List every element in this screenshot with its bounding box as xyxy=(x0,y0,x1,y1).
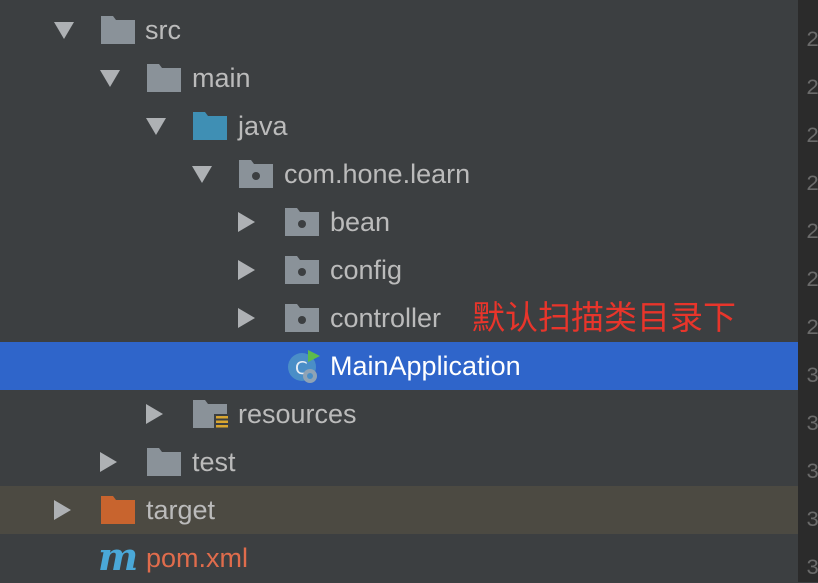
excluded-folder-icon xyxy=(100,494,136,526)
package-icon xyxy=(284,206,320,238)
tree-row-bean[interactable]: bean xyxy=(0,198,798,246)
gutter-mark: 3 xyxy=(806,508,818,533)
tree-row-resources[interactable]: resources xyxy=(0,390,798,438)
gutter-mark: 2 xyxy=(806,124,818,149)
triangle-down-icon[interactable] xyxy=(53,19,75,41)
tree-label-resources: resources xyxy=(238,399,357,429)
tree-label-java: java xyxy=(238,111,288,141)
tree-row-main[interactable]: main xyxy=(0,54,798,102)
tree-label-package: com.hone.learn xyxy=(284,159,471,189)
triangle-down-icon[interactable] xyxy=(191,163,213,185)
triangle-right-icon[interactable] xyxy=(235,307,257,329)
folder-icon xyxy=(146,446,182,478)
triangle-right-icon[interactable] xyxy=(235,259,257,281)
triangle-right-icon[interactable] xyxy=(235,211,257,233)
project-tree[interactable]: src main java com.hone.learn bean config… xyxy=(0,6,798,582)
tree-row-main-application[interactable]: C MainApplication xyxy=(0,342,798,390)
tree-label-pom: pom.xml xyxy=(146,543,249,573)
triangle-down-icon[interactable] xyxy=(145,115,167,137)
gutter-mark: 3 xyxy=(806,364,818,389)
gutter-mark: 2 xyxy=(806,268,818,293)
tree-row-config[interactable]: config xyxy=(0,246,798,294)
folder-icon xyxy=(146,62,182,94)
triangle-right-icon[interactable] xyxy=(97,451,119,473)
tree-label-bean: bean xyxy=(330,207,391,237)
triangle-right-icon[interactable] xyxy=(51,499,73,521)
tree-row-package[interactable]: com.hone.learn xyxy=(0,150,798,198)
tree-label-controller: controller xyxy=(330,303,442,333)
tree-label-test: test xyxy=(192,447,236,477)
tree-row-src[interactable]: src xyxy=(0,6,798,54)
gutter-mark: 2 xyxy=(806,316,818,341)
gutter-mark: 2 xyxy=(806,172,818,197)
tree-row-controller[interactable]: controller 默认扫描类目录下 xyxy=(0,294,798,342)
editor-gutter: 2 2 2 2 2 2 2 3 3 3 3 3 xyxy=(798,0,818,582)
gutter-mark: 2 xyxy=(806,28,818,53)
tree-label-main-application: MainApplication xyxy=(330,351,521,381)
tree-row-test[interactable]: test xyxy=(0,438,798,486)
gutter-mark: 2 xyxy=(806,220,818,245)
gutter-mark: 3 xyxy=(806,412,818,437)
tree-row-pom[interactable]: m pom.xml xyxy=(0,534,798,582)
triangle-down-icon[interactable] xyxy=(99,67,121,89)
gutter-mark: 3 xyxy=(806,460,818,485)
source-folder-icon xyxy=(192,110,228,142)
resources-folder-icon xyxy=(192,398,230,430)
spring-boot-class-icon: C xyxy=(284,348,324,384)
gutter-mark: 2 xyxy=(806,76,818,101)
tree-row-target[interactable]: target xyxy=(0,486,798,534)
tree-label-target: target xyxy=(146,495,216,525)
svg-text:m: m xyxy=(98,538,138,578)
annotation-text: 默认扫描类目录下 xyxy=(472,298,736,337)
tree-row-java[interactable]: java xyxy=(0,102,798,150)
tree-label-config: config xyxy=(330,255,403,285)
tree-label-main: main xyxy=(192,63,251,93)
triangle-right-icon[interactable] xyxy=(143,403,165,425)
gutter-mark: 3 xyxy=(806,556,818,581)
tree-label-src: src xyxy=(145,15,181,45)
package-icon xyxy=(284,254,320,286)
folder-icon xyxy=(100,14,136,46)
package-icon xyxy=(284,302,320,334)
package-icon xyxy=(238,158,274,190)
maven-icon: m xyxy=(98,534,140,579)
